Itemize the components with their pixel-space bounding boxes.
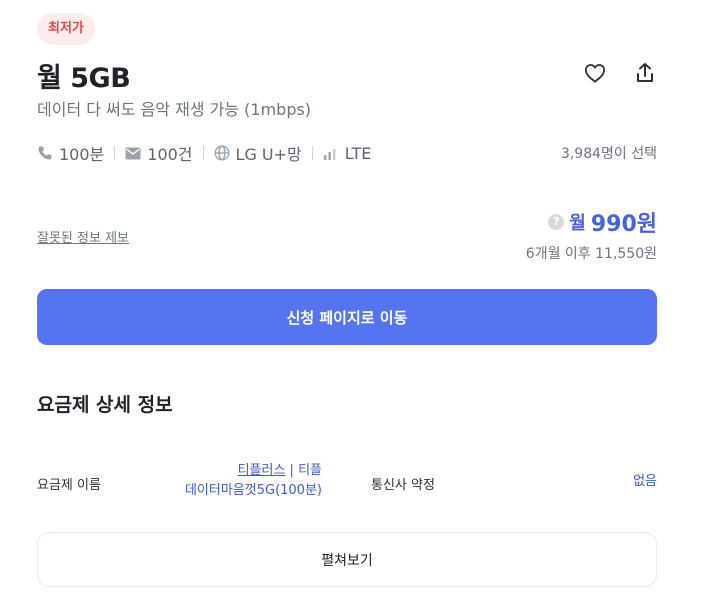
go-to-application-button[interactable]: 신청 페이지로 이동: [37, 289, 657, 345]
plan-subtitle: 데이터 다 써도 음악 재생 가능 (1mbps): [37, 100, 312, 119]
monthly-price: 990원: [590, 212, 657, 237]
sms-spec: 100건: [125, 141, 193, 165]
report-wrong-info-link[interactable]: 잘못된 정보 제보: [37, 227, 129, 246]
divider: [114, 146, 116, 160]
help-icon[interactable]: ?: [548, 214, 565, 230]
price-after-promo: 6개월 이후 11,550원: [525, 246, 657, 262]
plan-name-part: | 티플: [285, 463, 322, 478]
plan-name-line1: 티플러스 | 티플: [185, 461, 322, 481]
plan-title: 월 5GB: [37, 63, 131, 94]
price-prefix: 월: [569, 213, 586, 234]
plan-name-value: 티플러스 | 티플 데이터마음껏5G(100분): [185, 461, 322, 501]
phone-icon: [38, 146, 52, 160]
sms-count: 100건: [147, 145, 193, 164]
globe-icon: [214, 145, 229, 161]
contract-value: 없음: [633, 474, 657, 489]
carrier-link[interactable]: 티플러스: [238, 463, 286, 478]
details-section-title: 요금제 상세 정보: [37, 394, 173, 416]
heart-icon: [585, 64, 605, 83]
network-spec: LG U+망: [214, 141, 302, 165]
share-icon: [637, 63, 653, 82]
signal-icon: [323, 149, 336, 160]
plan-specs: 100분 100건 LG U+망 LTE: [37, 141, 371, 165]
favorite-button[interactable]: [583, 60, 607, 86]
divider: [311, 146, 313, 160]
mail-icon: [125, 147, 141, 159]
network-carrier: LG U+망: [235, 145, 302, 164]
expand-button[interactable]: 펼쳐보기: [37, 532, 657, 587]
chosen-count: 3,984명이 선택: [560, 146, 657, 162]
call-minutes: 100분: [59, 145, 105, 164]
contract-label: 통신사 약정: [371, 478, 435, 493]
share-button[interactable]: [633, 60, 657, 86]
network-type-spec: LTE: [323, 143, 372, 163]
top-actions: [583, 60, 657, 86]
network-type: LTE: [344, 143, 372, 163]
plan-name-line2: 데이터마음껏5G(100분): [184, 483, 322, 498]
divider: [202, 146, 204, 160]
call-spec: 100분: [37, 141, 104, 165]
lowest-price-badge: 최저가: [37, 13, 95, 45]
price-row: ? 월 990원: [548, 206, 657, 238]
plan-name-label: 요금제 이름: [37, 478, 101, 493]
